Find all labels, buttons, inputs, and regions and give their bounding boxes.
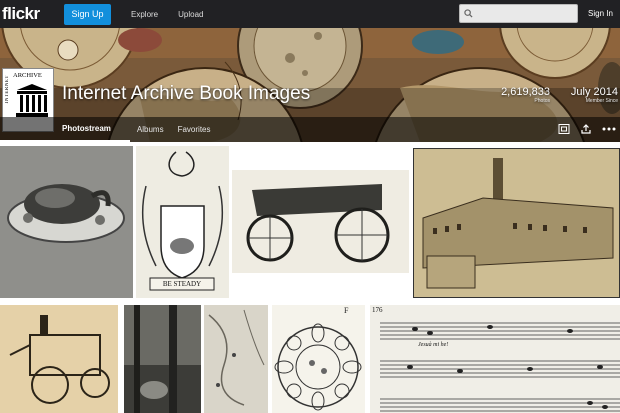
roast-bird-illustration [0,146,133,298]
member-since-date: July 2014 [570,86,618,98]
photos-stat: 2,619,833 Photos [490,86,550,104]
top-navigation-bar: flickr Sign Up Explore Upload Sign In [0,0,620,28]
member-since-stat: July 2014 Member Since [560,86,618,104]
profile-subnav: Photostream Albums Favorites [0,117,620,142]
archive-building-icon [16,84,48,117]
photo-coat-of-arms[interactable]: BE STEADY [136,146,229,298]
flickr-logo[interactable]: flickr [2,4,60,24]
more-icon[interactable] [602,123,616,135]
avatar-text-internet: INTERNET [5,75,10,104]
photo-wagon[interactable] [232,170,409,273]
search-input[interactable] [459,4,578,23]
photos-label: Photos [534,98,550,104]
factory-illustration [413,148,620,298]
engine-machine-illustration [0,305,118,413]
tab-photostream[interactable]: Photostream [0,117,130,142]
sheet-music-lyric: Jesuà mi he! [418,342,449,348]
subnav-actions [558,123,616,135]
sign-up-button[interactable]: Sign Up [64,3,111,25]
tab-albums[interactable]: Albums [130,117,171,142]
photo-factory[interactable] [413,148,620,298]
photo-sheet-music[interactable]: 176 Jesuà mi he! [370,305,620,413]
nav-explore-link[interactable]: Explore [131,10,158,19]
wagon-illustration [232,170,409,273]
avatar-text-archive: ARCHIVE [13,72,42,79]
sign-in-link[interactable]: Sign In [588,9,613,18]
sheet-music-page-number: 176 [372,306,383,314]
circular-diagram-illustration [272,305,365,413]
photo-forest-scene[interactable] [124,305,201,413]
nav-upload-link[interactable]: Upload [178,10,203,19]
sheet-music-illustration [370,305,620,413]
tab-favorites[interactable]: Favorites [171,117,218,142]
diagram-label: F [344,306,349,315]
slideshow-icon[interactable] [558,123,570,135]
photos-count: 2,619,833 [501,86,550,98]
photo-engine-machine[interactable] [0,305,118,413]
photo-map[interactable] [204,305,268,413]
map-illustration [204,305,268,413]
photo-roast-bird[interactable] [0,146,133,298]
coat-of-arms-illustration [136,146,229,298]
forest-scene-illustration [124,305,201,413]
photo-circular-diagram[interactable]: F [272,305,365,413]
search-icon [464,9,473,18]
share-icon[interactable] [580,123,592,135]
member-since-label: Member Since [585,98,618,104]
profile-title: Internet Archive Book Images [62,83,311,104]
coat-of-arms-motto: BE STEADY [162,280,202,288]
